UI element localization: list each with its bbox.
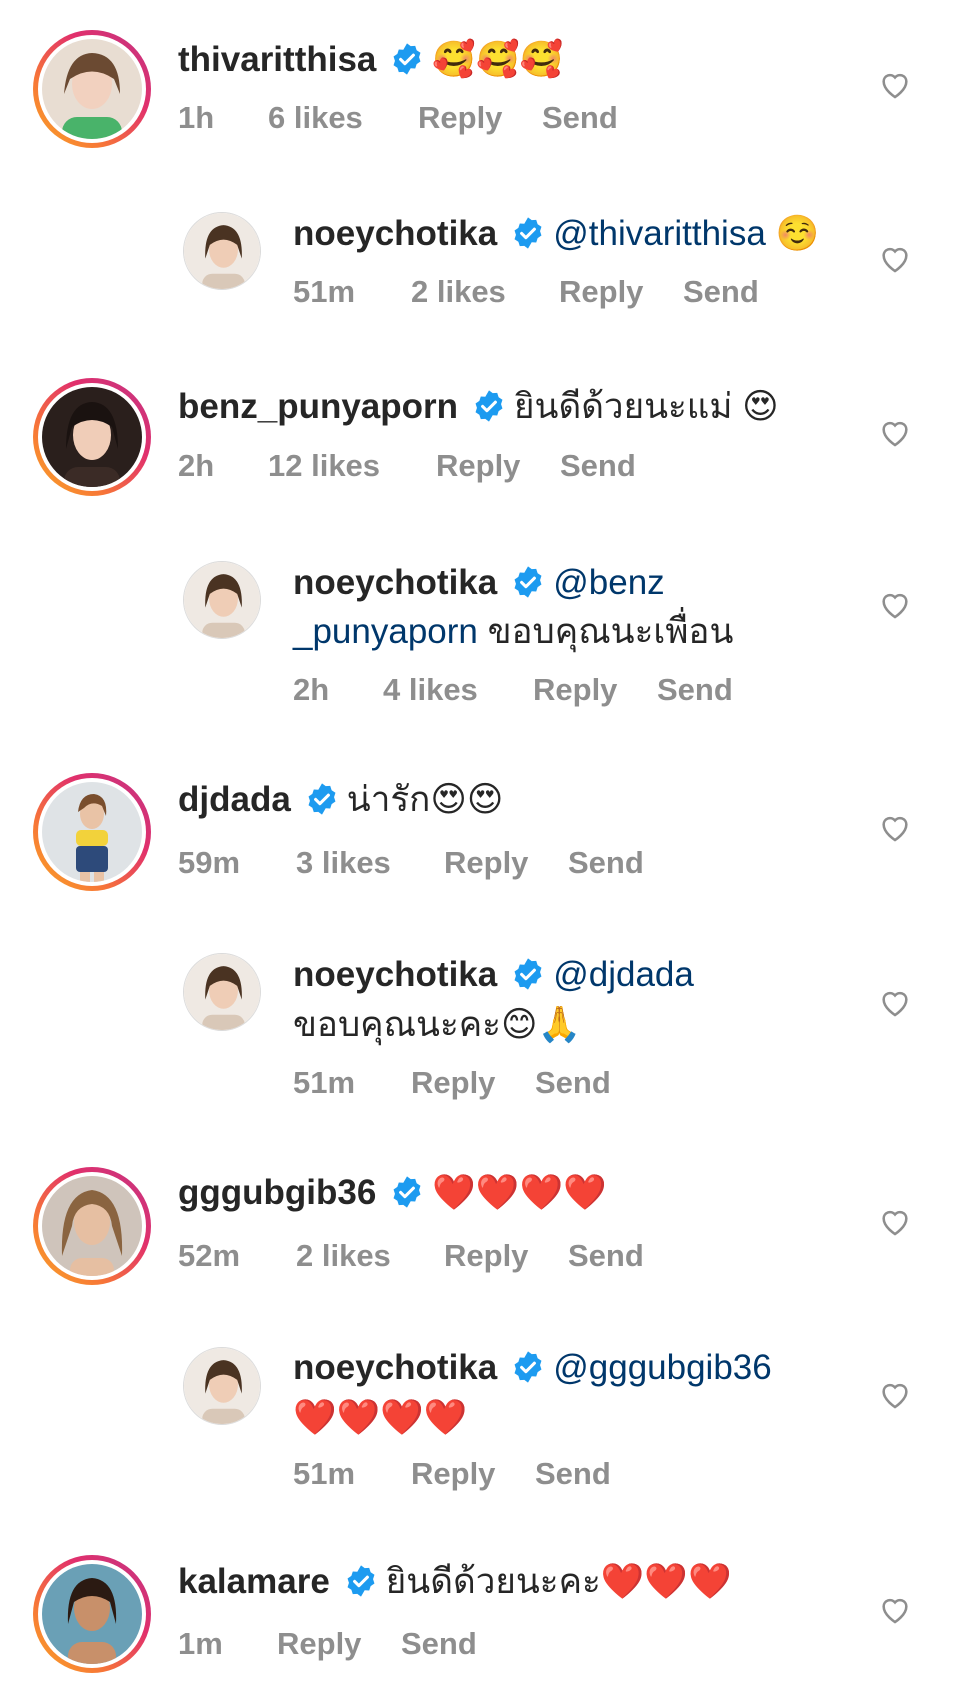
comment-text: 🥰🥰🥰 xyxy=(432,40,564,80)
verified-badge-icon xyxy=(393,43,421,75)
reply-button[interactable]: Reply xyxy=(533,670,617,710)
comment-text: ☺️ xyxy=(775,214,820,254)
send-button[interactable]: Send xyxy=(568,1236,644,1276)
comment-text: ยินดีด้วยนะคะ xyxy=(385,1562,601,1601)
comment-time: 51m xyxy=(293,1456,356,1491)
like-heart-icon[interactable] xyxy=(878,1378,912,1412)
reply-button[interactable]: Reply xyxy=(559,272,643,312)
comment-text: ❤️❤️❤️❤️ xyxy=(293,1398,468,1438)
avatar[interactable] xyxy=(42,39,142,139)
send-button[interactable]: Send xyxy=(401,1624,477,1664)
comment-time: 51m xyxy=(293,274,356,309)
username[interactable]: kalamare xyxy=(178,1562,330,1601)
verified-badge-icon xyxy=(514,958,542,990)
comment-text: ขอบคุณนะเพื่อน xyxy=(477,612,734,651)
username[interactable]: gggubgib36 xyxy=(178,1173,376,1212)
comment-emoji: 😍😍 xyxy=(430,780,504,820)
comment-text: ❤️❤️❤️❤️ xyxy=(432,1173,607,1213)
like-heart-icon[interactable] xyxy=(878,1593,912,1627)
username[interactable]: noeychotika xyxy=(293,1348,497,1387)
likes-count[interactable]: 2 likes xyxy=(411,272,506,312)
likes-count[interactable]: 12 likes xyxy=(268,446,380,486)
verified-badge-icon xyxy=(514,566,542,598)
comment-time: 51m xyxy=(293,1065,356,1100)
comment-emoji: 😍 xyxy=(742,387,779,427)
verified-badge-icon xyxy=(514,217,542,249)
comment-text: ขอบคุณนะคะ xyxy=(293,1005,501,1044)
comment-time: 1h xyxy=(178,100,215,135)
avatar[interactable] xyxy=(183,561,261,639)
avatar[interactable] xyxy=(183,953,261,1031)
reply-button[interactable]: Reply xyxy=(436,446,520,486)
like-heart-icon[interactable] xyxy=(878,588,912,622)
like-heart-icon[interactable] xyxy=(878,811,912,845)
send-button[interactable]: Send xyxy=(560,446,636,486)
like-heart-icon[interactable] xyxy=(878,1205,912,1239)
username[interactable]: benz_punyaporn xyxy=(178,387,458,426)
mention-link-continued[interactable]: _punyaporn xyxy=(293,612,478,651)
likes-count[interactable]: 3 likes xyxy=(296,843,391,883)
avatar[interactable] xyxy=(42,1176,142,1276)
reply-button[interactable]: Reply xyxy=(444,1236,528,1276)
mention-link[interactable]: @gggubgib36 xyxy=(553,1348,772,1387)
like-heart-icon[interactable] xyxy=(878,242,912,276)
avatar[interactable] xyxy=(42,387,142,487)
username[interactable]: thivaritthisa xyxy=(178,40,376,79)
avatar[interactable] xyxy=(42,782,142,882)
verified-badge-icon xyxy=(347,1565,375,1597)
comment-time: 59m xyxy=(178,845,241,880)
reply-button[interactable]: Reply xyxy=(444,843,528,883)
comment-time: 52m xyxy=(178,1238,241,1273)
username[interactable]: noeychotika xyxy=(293,955,497,994)
send-button[interactable]: Send xyxy=(535,1063,611,1103)
reply-button[interactable]: Reply xyxy=(277,1624,361,1664)
like-heart-icon[interactable] xyxy=(878,68,912,102)
comment-time: 2h xyxy=(178,448,215,483)
verified-badge-icon xyxy=(475,390,503,422)
send-button[interactable]: Send xyxy=(535,1454,611,1494)
verified-badge-icon xyxy=(308,783,336,815)
avatar[interactable] xyxy=(183,1347,261,1425)
likes-count[interactable]: 6 likes xyxy=(268,98,363,138)
like-heart-icon[interactable] xyxy=(878,986,912,1020)
comment-text: น่ารัก xyxy=(346,780,431,819)
username[interactable]: noeychotika xyxy=(293,563,497,602)
send-button[interactable]: Send xyxy=(683,272,759,312)
verified-badge-icon xyxy=(514,1351,542,1383)
send-button[interactable]: Send xyxy=(542,98,618,138)
reply-button[interactable]: Reply xyxy=(411,1454,495,1494)
comment-time: 2h xyxy=(293,672,330,707)
avatar[interactable] xyxy=(42,1564,142,1664)
avatar[interactable] xyxy=(183,212,261,290)
comment-emoji: 😊🙏 xyxy=(500,1005,582,1045)
comment-emoji: ❤️❤️❤️ xyxy=(600,1562,732,1602)
send-button[interactable]: Send xyxy=(568,843,644,883)
like-heart-icon[interactable] xyxy=(878,416,912,450)
comment-time: 1m xyxy=(178,1626,223,1661)
mention-link[interactable]: @thivaritthisa xyxy=(553,214,766,253)
username[interactable]: djdada xyxy=(178,780,291,819)
likes-count[interactable]: 4 likes xyxy=(383,670,478,710)
send-button[interactable]: Send xyxy=(657,670,733,710)
mention-link[interactable]: @djdada xyxy=(553,955,694,994)
username[interactable]: noeychotika xyxy=(293,214,497,253)
reply-button[interactable]: Reply xyxy=(411,1063,495,1103)
mention-link[interactable]: @benz xyxy=(553,563,664,602)
reply-button[interactable]: Reply xyxy=(418,98,502,138)
likes-count[interactable]: 2 likes xyxy=(296,1236,391,1276)
verified-badge-icon xyxy=(393,1176,421,1208)
comment-text: ยินดีด้วยนะแม่ xyxy=(514,387,743,426)
